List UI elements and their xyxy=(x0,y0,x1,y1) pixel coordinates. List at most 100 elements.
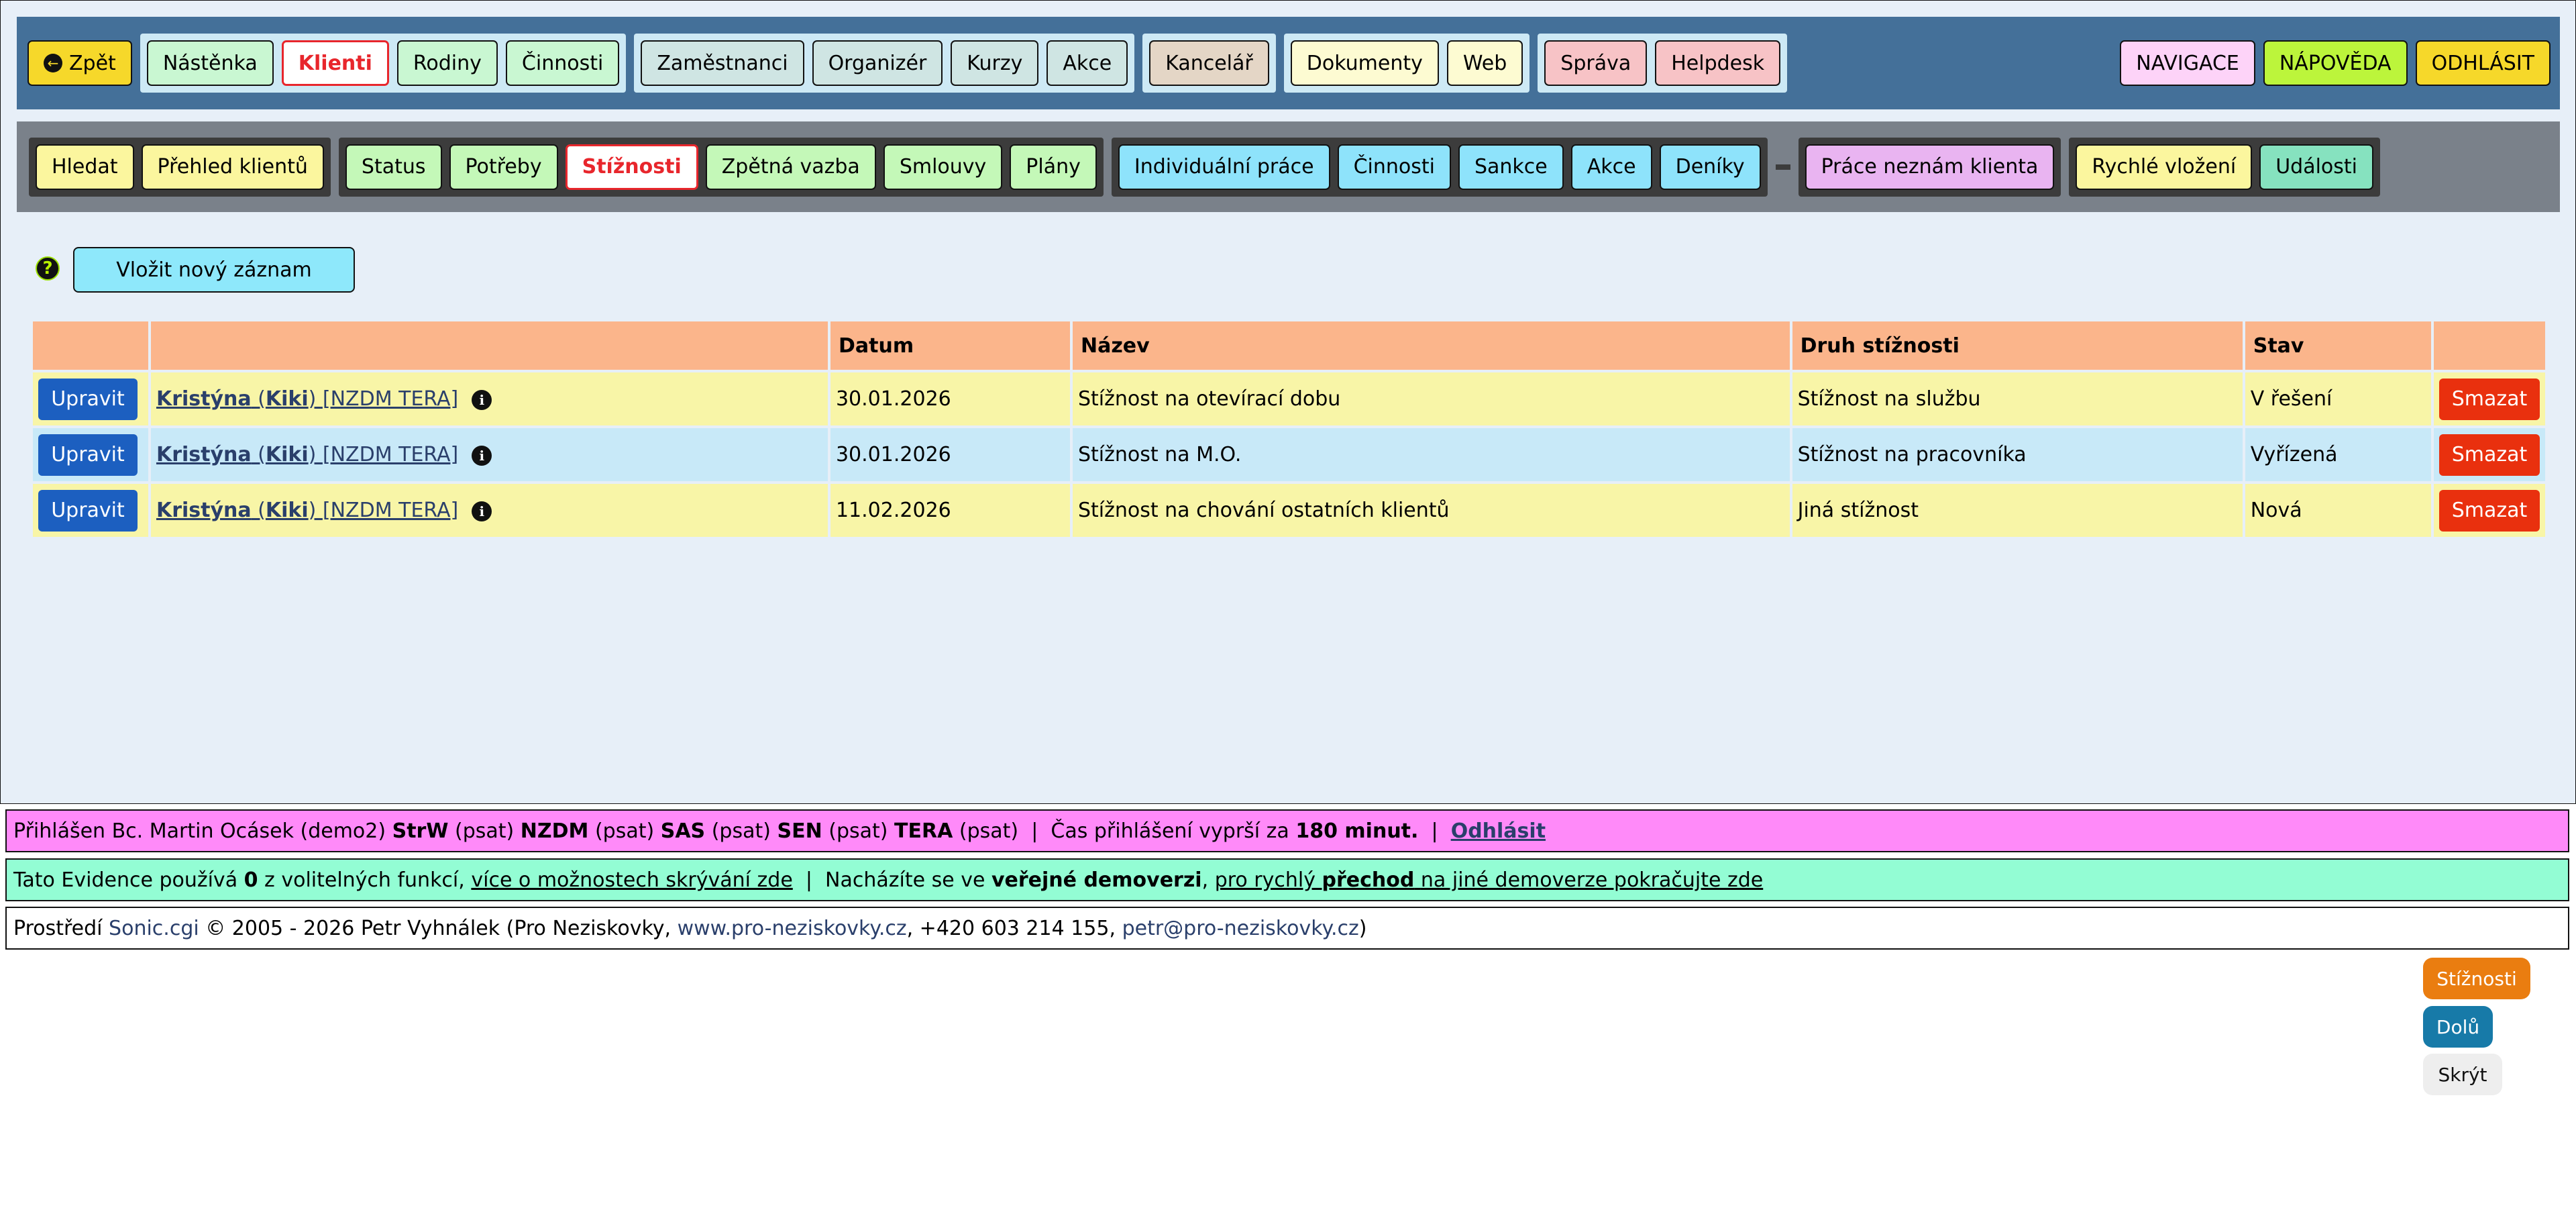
col-header-type: Druh stížnosti xyxy=(1792,321,2243,370)
subnav-feedback[interactable]: Zpětná vazba xyxy=(705,144,876,190)
credits-text: , +420 603 214 155, xyxy=(906,916,1116,940)
table-row: Upravit Kristýna (Kiki) [NZDM TERA] i 11.… xyxy=(33,484,2545,537)
logout-link[interactable]: Odhlásit xyxy=(1451,819,1546,843)
subnav-sanctions[interactable]: Sankce xyxy=(1458,144,1564,190)
help-button[interactable]: NÁPOVĚDA xyxy=(2263,40,2408,86)
nav-employees[interactable]: Zaměstnanci xyxy=(641,40,804,86)
evidence-text: Nacházíte se ve xyxy=(825,868,985,892)
unit-code: NZDM xyxy=(520,819,589,843)
logout-button[interactable]: ODHLÁSIT xyxy=(2415,40,2551,86)
subnav-group-quick: Rychlé vložení Události xyxy=(2069,137,2380,197)
col-header-actions xyxy=(33,321,148,370)
edit-button[interactable]: Upravit xyxy=(38,378,138,420)
question-icon[interactable]: ? xyxy=(36,256,60,281)
status-cell: V řešení xyxy=(2245,372,2431,425)
unit-code: StrW xyxy=(392,819,449,843)
hiding-options-link[interactable]: více o možnostech skrývání zde xyxy=(471,868,792,892)
unit-perm: (psat) xyxy=(959,819,1019,843)
name-cell: Stížnost na otevírací dobu xyxy=(1072,372,1790,425)
product-link[interactable]: Sonic.cgi xyxy=(109,917,199,940)
date-cell: 30.01.2026 xyxy=(830,372,1070,425)
credits-text: © 2005 - 2026 Petr Vyhnálek (Pro Nezisko… xyxy=(205,916,672,940)
app-frame: ← Zpět Nástěnka Klienti Rodiny Činnosti … xyxy=(0,0,2576,804)
subnav-individual-work[interactable]: Individuální práce xyxy=(1118,144,1330,190)
client-cell: Kristýna (Kiki) [NZDM TERA] i xyxy=(150,484,828,537)
table-row: Upravit Kristýna (Kiki) [NZDM TERA] i 30.… xyxy=(33,428,2545,481)
col-header-name: Název xyxy=(1072,321,1790,370)
subnav-diaries[interactable]: Deníky xyxy=(1659,144,1761,190)
email-link[interactable]: petr@pro-neziskovky.cz xyxy=(1122,917,1359,940)
delete-button[interactable]: Smazat xyxy=(2439,378,2540,420)
floating-down-button[interactable]: Dolů xyxy=(2423,1006,2493,1048)
subnav-group-unknown: Práce neznám klienta xyxy=(1798,137,2061,197)
nav-office[interactable]: Kancelář xyxy=(1149,40,1269,86)
switch-demo-link[interactable]: pro rychlý přechod na jiné demoverze pok… xyxy=(1215,868,1764,892)
nav-dashboard[interactable]: Nástěnka xyxy=(146,40,274,86)
floating-complaints-button[interactable]: Stížnosti xyxy=(2423,958,2530,999)
unit-perm: (psat) xyxy=(711,819,771,843)
subnav-client-overview[interactable]: Přehled klientů xyxy=(141,144,324,190)
login-info-bar: Přihlášen Bc. Martin Ocásek (demo2) StrW… xyxy=(5,809,2569,852)
subnav-quick-insert[interactable]: Rychlé vložení xyxy=(2076,144,2253,190)
nav-events[interactable]: Akce xyxy=(1046,40,1128,86)
back-button[interactable]: ← Zpět xyxy=(28,40,132,86)
info-icon[interactable]: i xyxy=(472,445,492,466)
unit-code: SEN xyxy=(777,819,822,843)
client-subnavigation: Hledat Přehled klientů Status Potřeby St… xyxy=(17,121,2560,212)
nav-documents[interactable]: Dokumenty xyxy=(1290,40,1439,86)
subnav-group-work: Individuální práce Činnosti Sankce Akce … xyxy=(1111,137,1768,197)
subnav-search[interactable]: Hledat xyxy=(36,144,134,190)
subnav-complaints[interactable]: Stížnosti xyxy=(565,144,698,190)
subnav-plans[interactable]: Plány xyxy=(1010,144,1097,190)
evidence-text: , xyxy=(1201,868,1209,892)
top-navigation: ← Zpět Nástěnka Klienti Rodiny Činnosti … xyxy=(17,17,2560,109)
nav-activities[interactable]: Činnosti xyxy=(505,40,620,86)
col-header-date: Datum xyxy=(830,321,1070,370)
date-cell: 30.01.2026 xyxy=(830,428,1070,481)
back-label: Zpět xyxy=(69,51,116,75)
nav-web[interactable]: Web xyxy=(1446,40,1523,86)
nav-helpdesk[interactable]: Helpdesk xyxy=(1655,40,1781,86)
info-icon[interactable]: i xyxy=(472,389,492,410)
website-link[interactable]: www.pro-neziskovky.cz xyxy=(678,917,907,940)
edit-button[interactable]: Upravit xyxy=(38,489,138,532)
navigation-button[interactable]: NAVIGACE xyxy=(2120,40,2255,86)
nav-courses[interactable]: Kurzy xyxy=(951,40,1039,86)
subnav-happenings[interactable]: Události xyxy=(2259,144,2373,190)
delete-button[interactable]: Smazat xyxy=(2439,434,2540,476)
subnav-separator xyxy=(1775,164,1790,170)
subnav-events[interactable]: Akce xyxy=(1570,144,1652,190)
subnav-contracts[interactable]: Smlouvy xyxy=(883,144,1003,190)
nav-organizer[interactable]: Organizér xyxy=(812,40,943,86)
subnav-needs[interactable]: Potřeby xyxy=(449,144,558,190)
info-icon[interactable]: i xyxy=(472,501,492,521)
client-link[interactable]: Kristýna (Kiki) [NZDM TERA] xyxy=(156,443,458,466)
client-link[interactable]: Kristýna (Kiki) [NZDM TERA] xyxy=(156,499,458,522)
subnav-group-records: Status Potřeby Stížnosti Zpětná vazba Sm… xyxy=(338,137,1104,197)
subnav-activities[interactable]: Činnosti xyxy=(1337,144,1451,190)
nav-clients[interactable]: Klienti xyxy=(281,40,389,86)
new-record-button[interactable]: Vložit nový záznam xyxy=(73,247,355,293)
evidence-info-bar: Tato Evidence používá 0 z volitelných fu… xyxy=(5,858,2569,901)
delete-button[interactable]: Smazat xyxy=(2439,489,2540,532)
table-row: Upravit Kristýna (Kiki) [NZDM TERA] i 30.… xyxy=(33,372,2545,425)
nav-families[interactable]: Rodiny xyxy=(396,40,498,86)
client-cell: Kristýna (Kiki) [NZDM TERA] i xyxy=(150,428,828,481)
subnav-unknown-client-work[interactable]: Práce neznám klienta xyxy=(1805,144,2055,190)
edit-button[interactable]: Upravit xyxy=(38,434,138,476)
evidence-text: z volitelných funkcí, xyxy=(264,868,465,892)
nav-admin[interactable]: Správa xyxy=(1544,40,1648,86)
type-cell: Stížnost na službu xyxy=(1792,372,2243,425)
floating-hide-button[interactable]: Skrýt xyxy=(2423,1054,2502,1095)
expiry-text: Čas přihlášení vyprší za xyxy=(1051,819,1289,843)
nav-group-right: NAVIGACE NÁPOVĚDA ODHLÁSIT xyxy=(2120,40,2560,86)
evidence-text: Tato Evidence používá xyxy=(13,868,238,892)
credits-text: Prostředí xyxy=(13,916,103,940)
nav-group-staff: Zaměstnanci Organizér Kurzy Akce xyxy=(634,34,1135,93)
col-header-client xyxy=(150,321,828,370)
subnav-status[interactable]: Status xyxy=(345,144,442,190)
type-cell: Stížnost na pracovníka xyxy=(1792,428,2243,481)
col-header-status: Stav xyxy=(2245,321,2431,370)
date-cell: 11.02.2026 xyxy=(830,484,1070,537)
client-link[interactable]: Kristýna (Kiki) [NZDM TERA] xyxy=(156,387,458,411)
